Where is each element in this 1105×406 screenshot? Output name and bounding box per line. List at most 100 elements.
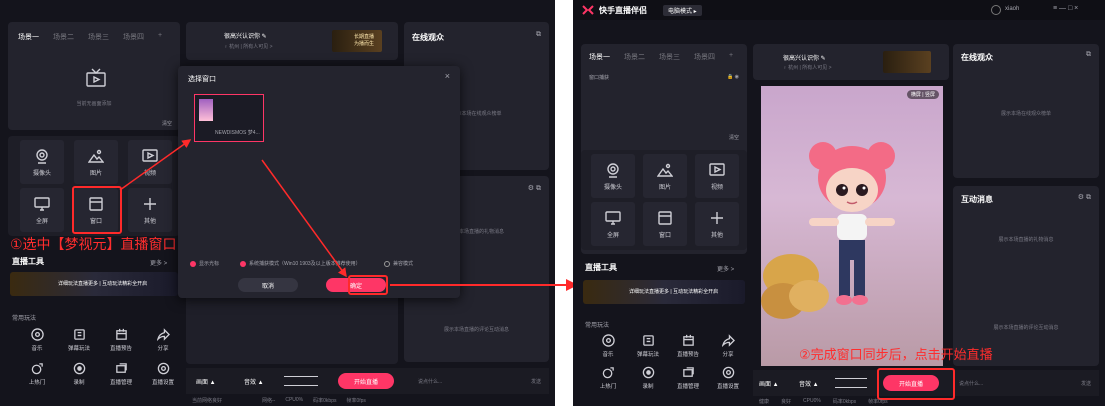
tool-manage[interactable]: 直播管理 — [671, 366, 705, 390]
picture-menu[interactable]: 画面 ▲ — [196, 377, 216, 386]
streamer-name[interactable]: 很高兴认识你 ✎ — [783, 53, 826, 62]
video-icon — [709, 162, 725, 176]
source-fullscreen[interactable]: 全屏 — [20, 188, 64, 232]
more-tools-link[interactable]: 更多 > — [150, 258, 167, 267]
send-button[interactable]: 发送 — [1081, 380, 1091, 387]
mic-volume-slider[interactable] — [835, 378, 867, 379]
username[interactable]: xiaoh — [1005, 6, 1019, 12]
window-source-highlight — [72, 186, 122, 234]
right-screenshot: 快手直播伴侣 电脑模式 ▸ xiaoh ≡ — □ × 场景一 场景二 场景三 … — [573, 0, 1105, 406]
source-image[interactable]: 图片 — [74, 140, 118, 184]
tab-scene-2[interactable]: 场景二 — [624, 52, 645, 62]
chat-input[interactable]: 说点什么... — [959, 380, 983, 387]
expand-icon[interactable]: ⧉ — [536, 31, 541, 39]
manage-icon — [115, 363, 127, 373]
hot-icon — [602, 367, 614, 379]
chat-input[interactable]: 说点什么... — [418, 378, 442, 385]
network-status: 当前网络良好 — [192, 398, 223, 404]
source-image[interactable]: 图片 — [643, 154, 687, 198]
audio-menu[interactable]: 音效 ▲ — [799, 379, 819, 388]
speaker-volume-slider[interactable] — [835, 387, 867, 388]
compat-mode-option[interactable]: 兼容模式 — [384, 260, 413, 267]
scene-tabs: 场景一 场景二 场景三 场景四 + — [589, 52, 733, 62]
clear-button[interactable]: 清空 — [162, 120, 172, 127]
tool-record[interactable]: 录制 — [631, 366, 665, 390]
monitor-icon — [605, 210, 621, 225]
tool-share[interactable]: 分享 — [146, 328, 180, 352]
tool-settings[interactable]: 直播设置 — [711, 366, 745, 390]
send-button[interactable]: 发送 — [531, 378, 541, 385]
tool-hot[interactable]: 上热门 — [20, 362, 54, 386]
stat-network: 良好 — [781, 399, 792, 405]
kuaishou-logo-icon — [582, 5, 594, 15]
tool-share[interactable]: 分享 — [711, 334, 745, 358]
interaction-panel: 互动消息 ⚙ ⧉ 展示本场直播的礼物消息 展示本场直播的评论互动消息 — [953, 186, 1099, 366]
source-fullscreen[interactable]: 全屏 — [591, 202, 635, 246]
tab-scene-3[interactable]: 场景三 — [88, 32, 109, 42]
source-camera[interactable]: 摄像头 — [591, 154, 635, 198]
system-capture-option[interactable]: 系统捕获模式（Win10 1903及以上版本推荐使用） — [240, 260, 361, 267]
source-other[interactable]: 其他 — [695, 202, 739, 246]
show-cursor-option[interactable]: 显示光标 — [190, 260, 219, 267]
source-other[interactable]: 其他 — [128, 188, 172, 232]
avatar[interactable] — [991, 5, 1001, 15]
source-window[interactable]: 窗口 — [643, 202, 687, 246]
dialog-close-button[interactable]: × — [445, 71, 450, 81]
source-camera[interactable]: 摄像头 — [20, 140, 64, 184]
banner-text: 长期直播 为播而生 — [354, 34, 375, 47]
source-label: 视频 — [710, 184, 723, 191]
add-scene-button[interactable]: + — [729, 52, 733, 62]
tool-settings[interactable]: 直播设置 — [146, 362, 180, 386]
app-title: 快手直播伴侣 — [599, 6, 647, 15]
common-play-title: 常用玩法 — [585, 323, 610, 329]
add-scene-button[interactable]: + — [158, 32, 162, 42]
tab-scene-4[interactable]: 场景四 — [123, 32, 144, 42]
tool-music[interactable]: 音乐 — [20, 328, 54, 352]
tool-danmaku[interactable]: 弹幕玩法 — [631, 334, 665, 358]
share-icon — [156, 328, 170, 341]
streamer-banner: 长期直播 为播而生 — [332, 30, 382, 52]
tab-scene-2[interactable]: 场景二 — [53, 32, 74, 42]
mic-volume-slider[interactable] — [284, 376, 318, 377]
tool-label: 录制 — [73, 380, 85, 386]
tab-scene-1[interactable]: 场景一 — [589, 52, 610, 62]
source-lock-eye-icon[interactable]: 🔒 ◉ — [727, 74, 739, 80]
promo-banner[interactable]: 详细玩法直播更多 | 互动玩法精彩全开启 — [10, 272, 178, 296]
tool-danmaku[interactable]: 弹幕玩法 — [62, 328, 96, 352]
window-capture-source[interactable]: 窗口捕获 — [589, 74, 609, 81]
interaction-controls-icon[interactable]: ⚙ ⧉ — [528, 184, 541, 193]
online-empty-text: 展示本场在线观众榜单 — [1000, 111, 1051, 117]
dialog-cancel-button[interactable]: 取消 — [238, 278, 298, 292]
tab-scene-1[interactable]: 场景一 — [18, 32, 39, 42]
clear-button[interactable]: 清空 — [729, 134, 739, 141]
interaction-controls-icon[interactable]: ⚙ ⧉ — [1078, 193, 1091, 202]
audio-menu[interactable]: 音效 ▲ — [244, 377, 264, 386]
picture-menu[interactable]: 画面 ▲ — [759, 379, 779, 388]
tool-label: 直播设置 — [716, 384, 739, 390]
source-label: 其他 — [710, 232, 723, 239]
source-video[interactable]: 视频 — [128, 140, 172, 184]
tool-preview[interactable]: 直播预告 — [671, 334, 705, 358]
window-controls[interactable]: ≡ — □ × — [1053, 5, 1078, 12]
tool-record[interactable]: 录制 — [62, 362, 96, 386]
hot-icon — [31, 363, 43, 375]
image-icon — [657, 163, 673, 177]
music-icon — [30, 328, 44, 341]
streamer-name[interactable]: 很高兴认识你 ✎ — [224, 31, 267, 40]
mode-switch[interactable]: 电脑模式 ▸ — [663, 5, 702, 16]
source-video[interactable]: 视频 — [695, 154, 739, 198]
window-thumbnail[interactable]: NEWDISMOS 梦4... — [194, 94, 264, 142]
more-tools-link[interactable]: 更多 > — [717, 264, 734, 273]
start-live-button[interactable]: 开始直播 — [338, 373, 394, 389]
stats-bar: 健康 良好 CPU0% 码率0kbps 帧率0fps — [759, 398, 888, 405]
tool-manage[interactable]: 直播管理 — [104, 362, 138, 386]
promo-banner[interactable]: 详细玩法直播更多 | 互动玩法精彩全开启 — [583, 280, 745, 304]
tool-preview[interactable]: 直播预告 — [104, 328, 138, 352]
tab-scene-4[interactable]: 场景四 — [694, 52, 715, 62]
tool-music[interactable]: 音乐 — [591, 334, 625, 358]
tab-scene-3[interactable]: 场景三 — [659, 52, 680, 62]
speaker-volume-slider[interactable] — [284, 385, 318, 386]
show-cursor-label: 显示光标 — [199, 261, 220, 267]
tool-hot[interactable]: 上热门 — [591, 366, 625, 390]
expand-icon[interactable]: ⧉ — [1086, 51, 1091, 59]
